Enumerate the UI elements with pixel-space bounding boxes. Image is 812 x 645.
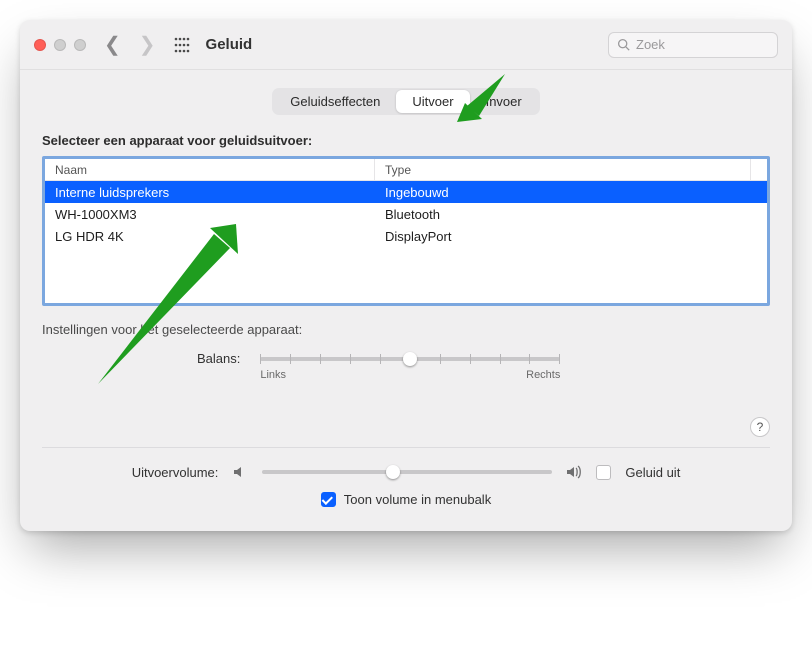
- mute-label: Geluid uit: [625, 465, 680, 480]
- settings-for-selected-label: Instellingen voor het geselecteerde appa…: [42, 322, 770, 337]
- zoom-window-button[interactable]: [74, 39, 86, 51]
- minimize-window-button[interactable]: [54, 39, 66, 51]
- segmented-control: Geluidseffecten Uitvoer Invoer: [42, 88, 770, 115]
- table-row[interactable]: WH-1000XM3 Bluetooth: [45, 203, 767, 225]
- show-all-button[interactable]: [174, 37, 190, 53]
- output-volume-label: Uitvoervolume:: [132, 465, 219, 480]
- sound-prefs-window: ❮ ❯ Geluid Zoek Geluidseffecten Uitvoer: [20, 20, 792, 531]
- col-header-name[interactable]: Naam: [45, 159, 375, 180]
- page-title: Geluid: [206, 36, 253, 53]
- col-header-type[interactable]: Type: [375, 159, 751, 180]
- table-header: Naam Type: [45, 159, 767, 181]
- search-input[interactable]: Zoek: [608, 32, 778, 58]
- table-row[interactable]: LG HDR 4K DisplayPort: [45, 225, 767, 247]
- tab-sound-effects[interactable]: Geluidseffecten: [274, 90, 396, 113]
- tab-input[interactable]: Invoer: [470, 90, 538, 113]
- search-placeholder: Zoek: [636, 37, 665, 52]
- select-device-label: Selecteer een apparaat voor geluidsuitvo…: [42, 133, 770, 148]
- device-name: Interne luidsprekers: [45, 185, 375, 200]
- balance-label: Balans:: [197, 351, 240, 366]
- balance-right-label: Rechts: [526, 369, 560, 381]
- show-in-menubar-checkbox[interactable]: [321, 492, 336, 507]
- volume-knob[interactable]: [386, 465, 400, 479]
- device-name: LG HDR 4K: [45, 229, 375, 244]
- speaker-low-icon: [232, 464, 248, 480]
- speaker-high-icon: [566, 464, 582, 480]
- output-device-table: Naam Type Interne luidsprekers Ingebouwd…: [42, 156, 770, 306]
- toolbar: ❮ ❯ Geluid Zoek: [20, 20, 792, 70]
- close-window-button[interactable]: [34, 39, 46, 51]
- help-button[interactable]: ?: [750, 417, 770, 437]
- device-name: WH-1000XM3: [45, 207, 375, 222]
- back-button[interactable]: ❮: [104, 35, 121, 55]
- forward-button[interactable]: ❯: [139, 35, 156, 55]
- mute-checkbox[interactable]: [596, 465, 611, 480]
- traffic-lights: [34, 39, 86, 51]
- balance-left-label: Links: [260, 369, 286, 381]
- device-type: Bluetooth: [375, 207, 767, 222]
- device-type: DisplayPort: [375, 229, 767, 244]
- divider: [42, 447, 770, 448]
- search-icon: [617, 38, 630, 51]
- output-volume-slider[interactable]: [262, 470, 552, 474]
- tab-output[interactable]: Uitvoer: [396, 90, 469, 113]
- balance-slider[interactable]: [260, 357, 560, 361]
- device-type: Ingebouwd: [375, 185, 767, 200]
- show-in-menubar-label: Toon volume in menubalk: [344, 492, 491, 507]
- table-row[interactable]: Interne luidsprekers Ingebouwd: [45, 181, 767, 203]
